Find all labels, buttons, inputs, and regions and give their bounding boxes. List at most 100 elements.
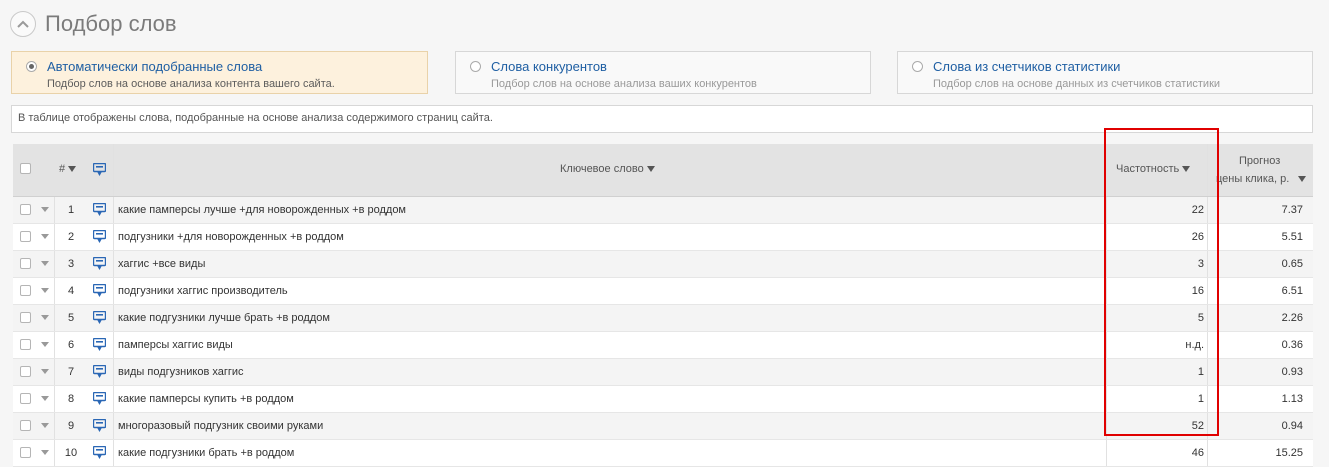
row-menu-caret-icon[interactable]	[41, 342, 49, 347]
column-divider	[1207, 413, 1208, 439]
keyword-tag-icon[interactable]	[93, 203, 106, 217]
keyword-cell: виды подгузников хаггис	[118, 366, 244, 378]
column-divider	[113, 440, 114, 466]
keyword-cell: подгузники хаггис производитель	[118, 285, 288, 297]
row-menu-caret-icon[interactable]	[41, 450, 49, 455]
row-menu-caret-icon[interactable]	[41, 315, 49, 320]
keyword-tag-icon[interactable]	[93, 446, 106, 460]
row-menu-caret-icon[interactable]	[41, 369, 49, 374]
keyword-tag-icon[interactable]	[93, 284, 106, 298]
table-row[interactable]: 5 какие подгузники лучше брать +в роддом 5…	[13, 305, 1313, 332]
frequency-cell: 16	[1191, 285, 1204, 297]
keyword-tag-icon[interactable]	[93, 419, 106, 433]
select-all-checkbox[interactable]	[20, 163, 31, 174]
row-checkbox[interactable]	[20, 312, 31, 323]
table-row[interactable]: 7 виды подгузников хаггис 1 0.93	[13, 359, 1313, 386]
row-checkbox[interactable]	[20, 420, 31, 431]
column-keyword[interactable]: Ключевое слово	[560, 163, 655, 175]
row-checkbox[interactable]	[20, 447, 31, 458]
price-cell: 5.51	[1281, 231, 1303, 243]
keyword-cell: подгузники +для новорожденных +в роддом	[118, 231, 344, 243]
row-checkbox[interactable]	[20, 231, 31, 242]
column-forecast[interactable]: цены клика, р.	[1216, 173, 1307, 185]
keyword-cell: какие памперсы лучше +для новорожденных …	[118, 204, 406, 216]
collapse-section-button[interactable]	[10, 11, 36, 37]
row-menu-caret-icon[interactable]	[41, 207, 49, 212]
row-menu-caret-icon[interactable]	[41, 288, 49, 293]
mode-tab-title: Автоматически подобранные слова	[47, 59, 263, 74]
radio-counters[interactable]	[912, 61, 923, 72]
table-row[interactable]: 1 какие памперсы лучше +для новорожденных…	[13, 197, 1313, 224]
column-divider	[1106, 386, 1107, 412]
table-row[interactable]: 8 какие памперсы купить +в роддом 1 1.13	[13, 386, 1313, 413]
column-divider	[1106, 224, 1107, 250]
column-divider	[1106, 305, 1107, 331]
column-frequency[interactable]: Частотность	[1116, 163, 1191, 175]
row-checkbox[interactable]	[20, 393, 31, 404]
row-checkbox[interactable]	[20, 339, 31, 350]
keyword-tag-icon[interactable]	[93, 230, 106, 244]
column-divider	[1207, 224, 1208, 250]
mode-tab-subtitle: Подбор слов на основе анализа ваших конк…	[491, 78, 757, 90]
keyword-cell: какие подгузники лучше брать +в роддом	[118, 312, 330, 324]
row-checkbox[interactable]	[20, 258, 31, 269]
row-menu-caret-icon[interactable]	[41, 234, 49, 239]
column-divider	[1207, 305, 1208, 331]
column-divider	[1106, 197, 1107, 223]
frequency-cell: 1	[1197, 366, 1204, 378]
price-cell: 2.26	[1281, 312, 1303, 324]
table-row[interactable]: 3 хаггис +все виды 3 0.65	[13, 251, 1313, 278]
chevron-up-icon	[17, 20, 29, 28]
keyword-tag-icon[interactable]	[93, 338, 106, 352]
price-cell: 6.51	[1281, 285, 1303, 297]
mode-tab-subtitle: Подбор слов на основе данных из счетчико…	[933, 78, 1221, 90]
radio-competitors[interactable]	[470, 61, 481, 72]
column-divider	[113, 413, 114, 439]
table-row[interactable]: 4 подгузники хаггис производитель 16 6.51	[13, 278, 1313, 305]
row-checkbox[interactable]	[20, 366, 31, 377]
column-divider	[1207, 278, 1208, 304]
row-menu-caret-icon[interactable]	[41, 261, 49, 266]
row-number: 4	[67, 285, 75, 297]
keyword-tag-icon[interactable]	[93, 257, 106, 271]
table-row[interactable]: 10 какие подгузники брать +в роддом 46 15.2…	[13, 440, 1313, 467]
column-divider	[54, 386, 55, 412]
column-divider	[1106, 251, 1107, 277]
price-cell: 0.65	[1281, 258, 1303, 270]
table-row[interactable]: 9 многоразовый подгузник своими руками 52 0…	[13, 413, 1313, 440]
column-divider	[1207, 359, 1208, 385]
mode-tab-counters[interactable]: Слова из счетчиков статистики Подбор сло…	[897, 51, 1313, 94]
column-divider	[113, 359, 114, 385]
mode-tab-auto[interactable]: Автоматически подобранные слова Подбор с…	[11, 51, 428, 94]
table-row[interactable]: 6 памперсы хаггис виды н.д. 0.36	[13, 332, 1313, 359]
row-number: 7	[67, 366, 75, 378]
info-message: В таблице отображены слова, подобранные …	[11, 105, 1313, 133]
column-divider	[54, 251, 55, 277]
keyword-tag-icon	[93, 163, 106, 176]
table-row[interactable]: 2 подгузники +для новорожденных +в роддом…	[13, 224, 1313, 251]
price-cell: 0.36	[1281, 339, 1303, 351]
column-divider	[1207, 440, 1208, 466]
column-divider	[1106, 144, 1107, 196]
page-title: Подбор слов	[45, 11, 177, 36]
column-divider	[1106, 440, 1107, 466]
row-checkbox[interactable]	[20, 204, 31, 215]
column-divider	[54, 197, 55, 223]
keyword-cell: памперсы хаггис виды	[118, 339, 233, 351]
frequency-cell: 26	[1191, 231, 1204, 243]
column-divider	[1106, 278, 1107, 304]
column-number[interactable]: #	[59, 163, 77, 175]
keyword-tag-icon[interactable]	[93, 311, 106, 325]
keyword-tag-icon[interactable]	[93, 365, 106, 379]
radio-auto[interactable]	[26, 61, 37, 72]
keyword-tag-icon[interactable]	[93, 392, 106, 406]
column-divider	[54, 332, 55, 358]
row-checkbox[interactable]	[20, 285, 31, 296]
row-menu-caret-icon[interactable]	[41, 396, 49, 401]
frequency-cell: 22	[1191, 204, 1204, 216]
mode-tab-competitors[interactable]: Слова конкурентов Подбор слов на основе …	[455, 51, 871, 94]
column-divider	[113, 224, 114, 250]
sort-arrow-icon	[1182, 166, 1191, 173]
column-divider	[113, 332, 114, 358]
row-menu-caret-icon[interactable]	[41, 423, 49, 428]
